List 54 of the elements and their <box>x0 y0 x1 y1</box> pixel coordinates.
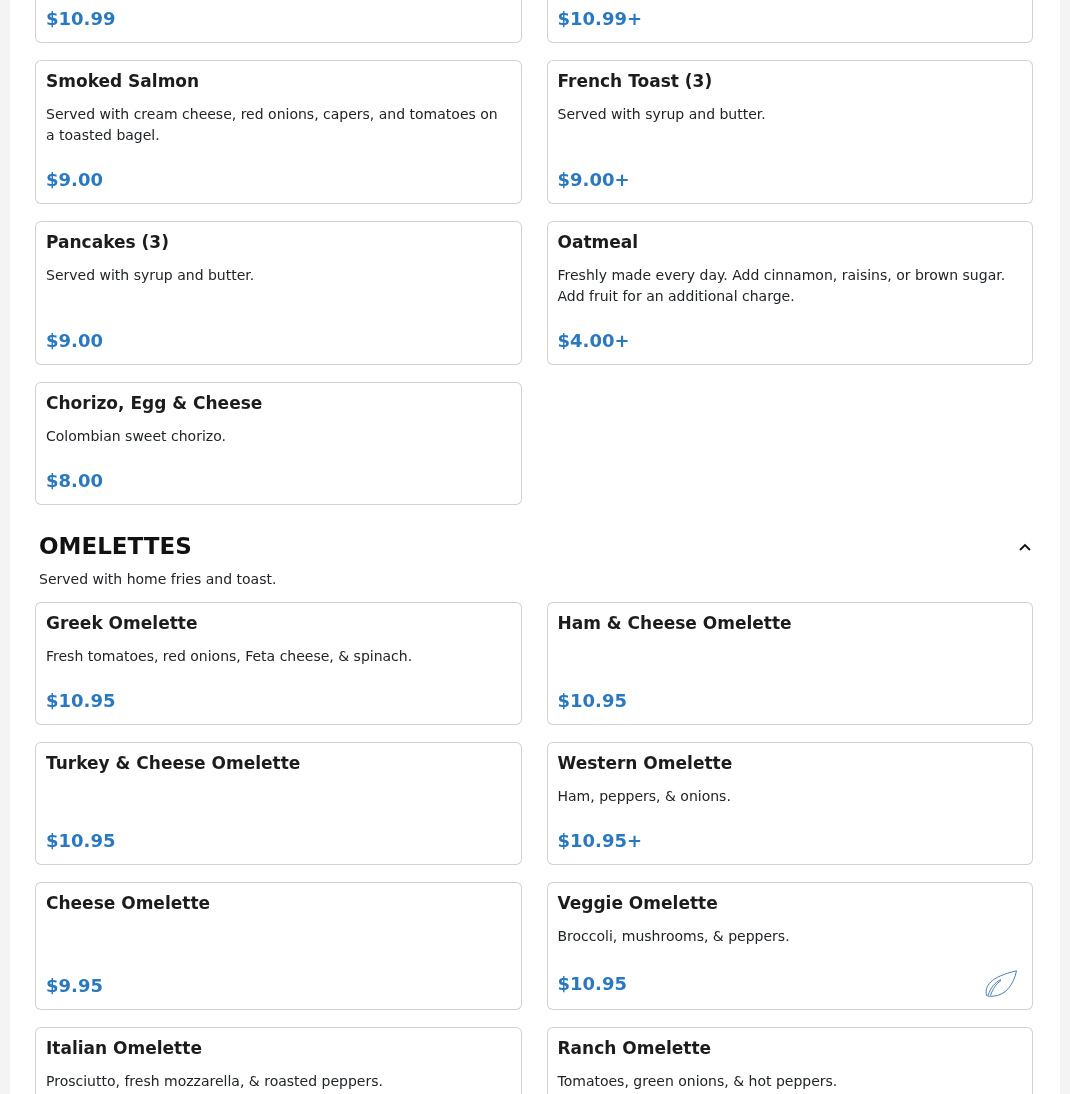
menu-item-card[interactable]: Oatmeal Freshly made every day. Add cinnamon, raisins, or brown sugar. Add fruit for an additional charge. $4.00+ <box>546 221 1033 365</box>
menu-item-card[interactable]: Chorizo, Egg & Cheese Colombian sweet chorizo. $8.00 <box>35 382 522 505</box>
menu-item-card[interactable]: $10.99+ <box>546 0 1033 43</box>
item-price: $9.95 <box>46 975 103 997</box>
item-price: $10.95 <box>557 690 627 712</box>
item-name: Western Omelette <box>557 753 734 773</box>
menu-item-card[interactable]: Italian Omelette Prosciutto, fresh mozzarella, & roasted peppers. <box>35 1027 522 1094</box>
item-description: Served with syrup and butter. <box>46 266 256 285</box>
item-name: Greek Omelette <box>46 613 199 633</box>
item-description: Served with syrup and butter. <box>557 105 767 124</box>
item-description: Broccoli, mushrooms, & peppers. <box>557 927 791 946</box>
menu-item-card[interactable]: Ranch Omelette Tomatoes, green onions, & hot peppers. <box>546 1027 1033 1094</box>
menu-item-card[interactable]: Greek Omelette Fresh tomatoes, red onions, Feta cheese, & spinach. $10.95 <box>35 602 522 725</box>
menu-item-card[interactable]: Turkey & Cheese Omelette $10.95 <box>35 742 522 865</box>
item-description: Served with cream cheese, red onions, capers, and tomatoes on a toasted bagel. <box>46 105 499 145</box>
item-description: Colombian sweet chorizo. <box>46 427 227 446</box>
item-name: Italian Omelette <box>46 1038 203 1058</box>
menu-item-card[interactable]: Ham & Cheese Omelette $10.95 <box>546 602 1033 725</box>
item-price: $9.00 <box>46 330 103 352</box>
item-description: Freshly made every day. Add cinnamon, raisins, or brown sugar. Add fruit for an additional charge. <box>557 266 1007 306</box>
item-name: Ham & Cheese Omelette <box>557 613 793 633</box>
item-description: Prosciutto, fresh mozzarella, & roasted peppers. <box>46 1072 384 1091</box>
item-name: Smoked Salmon <box>46 71 201 91</box>
item-name: Cheese Omelette <box>46 893 212 913</box>
menu-item-card[interactable]: Cheese Omelette $9.95 <box>35 882 522 1010</box>
menu-item-card[interactable]: Smoked Salmon Served with cream cheese, red onions, capers, and tomatoes on a toasted bagel. $9.00 <box>35 60 522 204</box>
menu-item-card[interactable]: French Toast (3) Served with syrup and butter. $9.00+ <box>546 60 1033 204</box>
chevron-up-icon[interactable] <box>1019 542 1031 551</box>
item-price: $4.00+ <box>557 330 630 352</box>
item-price: $8.00 <box>46 470 103 492</box>
item-name: Veggie Omelette <box>557 893 719 913</box>
item-price: $10.95 <box>46 830 116 852</box>
menu-item-card[interactable]: Pancakes (3) Served with syrup and butter. $9.00 <box>35 221 522 365</box>
item-price: $9.00+ <box>557 169 630 191</box>
section-heading: OMELETTES <box>39 532 192 561</box>
item-price: $9.00 <box>46 169 103 191</box>
item-name: Turkey & Cheese Omelette <box>46 753 302 773</box>
item-name: Pancakes (3) <box>46 232 170 252</box>
menu-item-card[interactable]: Veggie Omelette Broccoli, mushrooms, & peppers. $10.95 <box>546 882 1033 1010</box>
item-name: Oatmeal <box>557 232 640 252</box>
item-price: $10.99 <box>46 8 116 30</box>
menu-item-card[interactable]: Western Omelette Ham, peppers, & onions. $10.95+ <box>546 742 1033 865</box>
menu-item-card[interactable]: $10.99 <box>35 0 522 43</box>
item-name: Chorizo, Egg & Cheese <box>46 393 264 413</box>
item-description: Tomatoes, green onions, & hot peppers. <box>557 1072 839 1091</box>
item-name: Ranch Omelette <box>557 1038 713 1058</box>
item-price: $10.99+ <box>557 8 643 30</box>
item-description: Fresh tomatoes, red onions, Feta cheese, & spinach. <box>46 647 414 666</box>
section-subtitle: Served with home fries and toast. <box>39 570 278 589</box>
item-price: $10.95 <box>46 690 116 712</box>
item-price: $10.95 <box>557 972 627 995</box>
item-price: $10.95+ <box>557 830 643 852</box>
item-description: Ham, peppers, & onions. <box>557 787 732 806</box>
item-name: French Toast (3) <box>557 71 714 91</box>
